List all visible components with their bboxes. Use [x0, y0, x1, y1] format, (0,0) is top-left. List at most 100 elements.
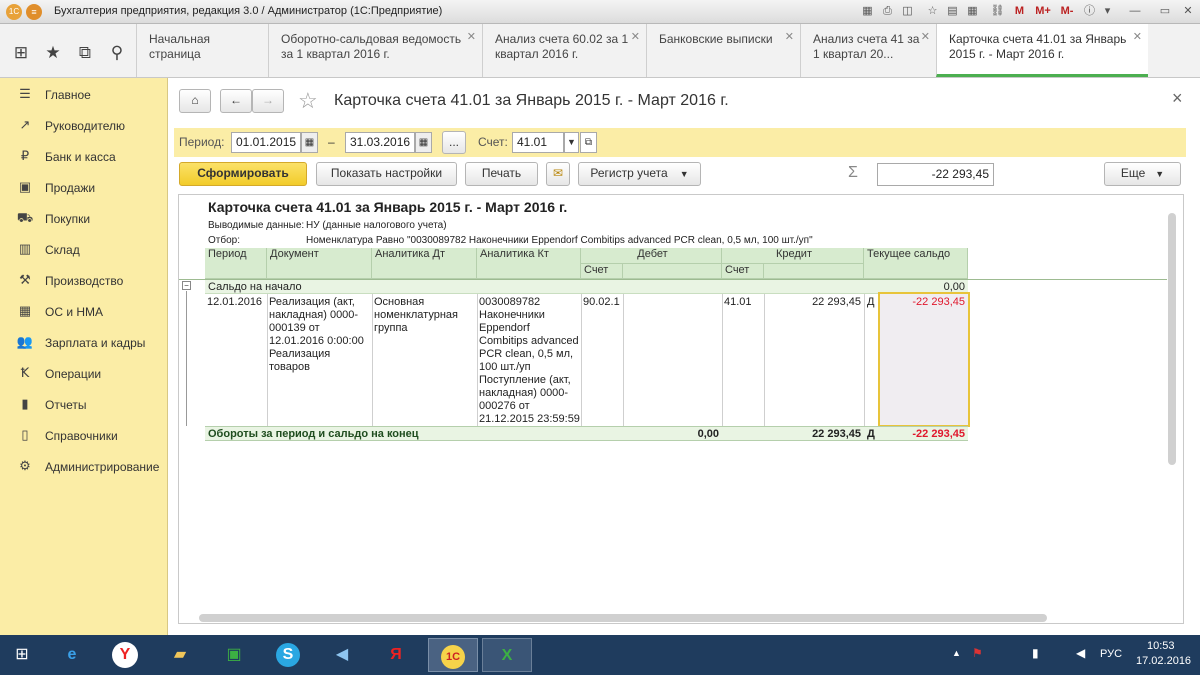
home-button[interactable]: ⌂: [179, 89, 211, 113]
sidebar-item-manager[interactable]: ↗ Руководителю: [0, 111, 168, 142]
calendar-icon[interactable]: ▦: [301, 132, 318, 153]
tab-analysis-6002[interactable]: Анализ счета 60.02 за 1 квартал 2016 г. ✕: [482, 24, 646, 77]
calc-icon[interactable]: ▤: [945, 4, 960, 19]
output-value: НУ (данные налогового учета): [306, 220, 447, 231]
grid-icon[interactable]: ▦: [860, 4, 875, 19]
close-tab-icon[interactable]: ✕: [467, 30, 476, 45]
clock-date[interactable]: 17.02.2016: [1136, 655, 1191, 667]
clock-time[interactable]: 10:53: [1147, 640, 1175, 652]
sidebar-item-assets[interactable]: ▦ ОС и НМА: [0, 297, 168, 328]
date-from-input[interactable]: 01.01.2015: [231, 132, 301, 153]
memory-mminus-icon[interactable]: M-: [1056, 4, 1078, 19]
star-icon[interactable]: ★: [38, 38, 68, 68]
print-button[interactable]: Печать: [465, 162, 538, 186]
tray-network-icon[interactable]: ▮: [1032, 646, 1039, 660]
link-icon[interactable]: ⛓: [990, 4, 1005, 19]
memory-m-icon[interactable]: M: [1012, 4, 1027, 19]
grid-icon[interactable]: ⊞: [6, 38, 36, 68]
yandex-icon[interactable]: Я: [374, 638, 418, 672]
close-page-button[interactable]: ×: [1172, 88, 1183, 109]
history-icon[interactable]: ⧉: [70, 38, 100, 68]
calendar-icon[interactable]: ▦: [415, 132, 432, 153]
date-to-input[interactable]: 31.03.2016: [345, 132, 415, 153]
tab-account-card[interactable]: Карточка счета 41.01 за Январь 2015 г. -…: [936, 24, 1148, 77]
sidebar-item-label: Главное: [45, 88, 91, 102]
sidebar-item-bank[interactable]: ₽ Банк и касса: [0, 142, 168, 173]
print-icon[interactable]: ⎙: [880, 4, 895, 19]
tray-expand-icon[interactable]: ▲: [952, 648, 961, 658]
sigma-icon: Σ: [848, 164, 858, 181]
1c-app-icon-shape: 1С: [441, 645, 465, 669]
collapse-icon[interactable]: −: [182, 281, 191, 290]
dropdown-icon[interactable]: ▾: [1100, 4, 1115, 19]
tray-volume-icon[interactable]: ◀: [1076, 646, 1085, 660]
minimize-icon[interactable]: —: [1125, 4, 1145, 19]
favorite-star-icon[interactable]: ☆: [298, 88, 318, 114]
excel-icon[interactable]: X: [482, 638, 532, 672]
tab-analysis-41[interactable]: Анализ счета 41 за 1 квартал 20... ✕: [800, 24, 936, 77]
sidebar-item-purchases[interactable]: ⛟ Покупки: [0, 204, 168, 235]
show-settings-button[interactable]: Показать настройки: [316, 162, 457, 186]
keyboard-language[interactable]: РУС: [1100, 648, 1122, 660]
sidebar-item-label: Банк и касса: [45, 150, 116, 164]
sidebar-item-main[interactable]: ☰ Главное: [0, 80, 168, 111]
filter-label: Отбор:: [208, 235, 240, 246]
maximize-icon[interactable]: ▭: [1155, 4, 1175, 19]
file-explorer-icon[interactable]: ▰: [158, 638, 202, 672]
open-icon[interactable]: ⧉: [580, 132, 597, 153]
close-tab-icon[interactable]: ✕: [785, 30, 794, 45]
yandex-browser-icon[interactable]: Y: [103, 638, 147, 672]
store-icon[interactable]: ▣: [212, 638, 256, 672]
1c-app-icon[interactable]: 1С: [428, 638, 478, 672]
info-icon[interactable]: ⓘ: [1082, 4, 1097, 19]
tray-flag-icon[interactable]: ⚑: [972, 646, 983, 660]
register-label: Регистр учета: [590, 166, 668, 180]
header-debit: Дебет: [581, 248, 722, 264]
account-input[interactable]: 41.01: [512, 132, 564, 153]
close-tab-icon[interactable]: ✕: [631, 30, 640, 45]
sidebar-item-admin[interactable]: ⚙ Администрирование: [0, 452, 168, 483]
main-menu-icon[interactable]: ≡: [26, 4, 42, 20]
memory-mplus-icon[interactable]: M+: [1032, 4, 1054, 19]
windows-start-icon[interactable]: ⊞: [0, 638, 44, 672]
chevron-down-icon[interactable]: ▼: [564, 132, 579, 153]
calendar-icon[interactable]: ▦: [965, 4, 980, 19]
email-icon[interactable]: ✉: [546, 162, 570, 186]
selected-cell[interactable]: [878, 292, 970, 427]
row-analytics-kt: 0030089782 Наконечники Eppendorf Combiti…: [479, 296, 580, 425]
close-icon[interactable]: ✕: [1180, 4, 1196, 19]
row-document[interactable]: Реализация (акт, накладная) 0000-000139 …: [269, 296, 371, 374]
period-select-button[interactable]: ...: [442, 131, 466, 154]
favorite-icon[interactable]: ☆: [925, 4, 940, 19]
skype-icon[interactable]: S: [266, 638, 310, 672]
sidebar-item-catalogs[interactable]: ▯ Справочники: [0, 421, 168, 452]
search-icon[interactable]: ⚲: [102, 38, 132, 68]
tab-bank-statements[interactable]: Банковские выписки ✕: [646, 24, 800, 77]
header-label: Текущее сальдо: [867, 248, 951, 260]
back-button[interactable]: ←: [220, 89, 252, 113]
tab-osv[interactable]: Оборотно-сальдовая ведомость за 1 кварта…: [268, 24, 482, 77]
more-dropdown[interactable]: Еще ▼: [1104, 162, 1181, 186]
sidebar-item-production[interactable]: ⚒ Производство: [0, 266, 168, 297]
taskbar: ⊞ e Y ▰ ▣ S ◀ Я 1С X ▲ ⚑ ▮ ◀ РУС 10:53 1…: [0, 635, 1200, 675]
dash-label: –: [328, 135, 335, 149]
header-credit-account: Счет: [722, 264, 764, 279]
people-icon: 👥: [16, 334, 34, 349]
sidebar-item-label: Отчеты: [45, 398, 87, 412]
register-dropdown[interactable]: Регистр учета ▼: [578, 162, 701, 186]
sidebar-item-operations[interactable]: Ꝁ Операции: [0, 359, 168, 390]
preview-icon[interactable]: ◫: [900, 4, 915, 19]
speaker-app-icon[interactable]: ◀: [320, 638, 364, 672]
tab-home[interactable]: Начальная страница: [136, 24, 268, 77]
generate-button[interactable]: Сформировать: [179, 162, 307, 186]
vertical-scrollbar[interactable]: [1168, 213, 1176, 465]
sidebar-item-salary[interactable]: 👥 Зарплата и кадры: [0, 328, 168, 359]
horizontal-scrollbar[interactable]: [199, 614, 1047, 622]
sidebar-item-reports[interactable]: ▮ Отчеты: [0, 390, 168, 421]
close-tab-icon[interactable]: ✕: [921, 30, 930, 45]
sidebar-item-sales[interactable]: ▣ Продажи: [0, 173, 168, 204]
sidebar-item-warehouse[interactable]: ▥ Склад: [0, 235, 168, 266]
close-tab-icon[interactable]: ✕: [1133, 30, 1142, 45]
ie-icon[interactable]: e: [50, 638, 94, 672]
forward-button[interactable]: →: [252, 89, 284, 113]
